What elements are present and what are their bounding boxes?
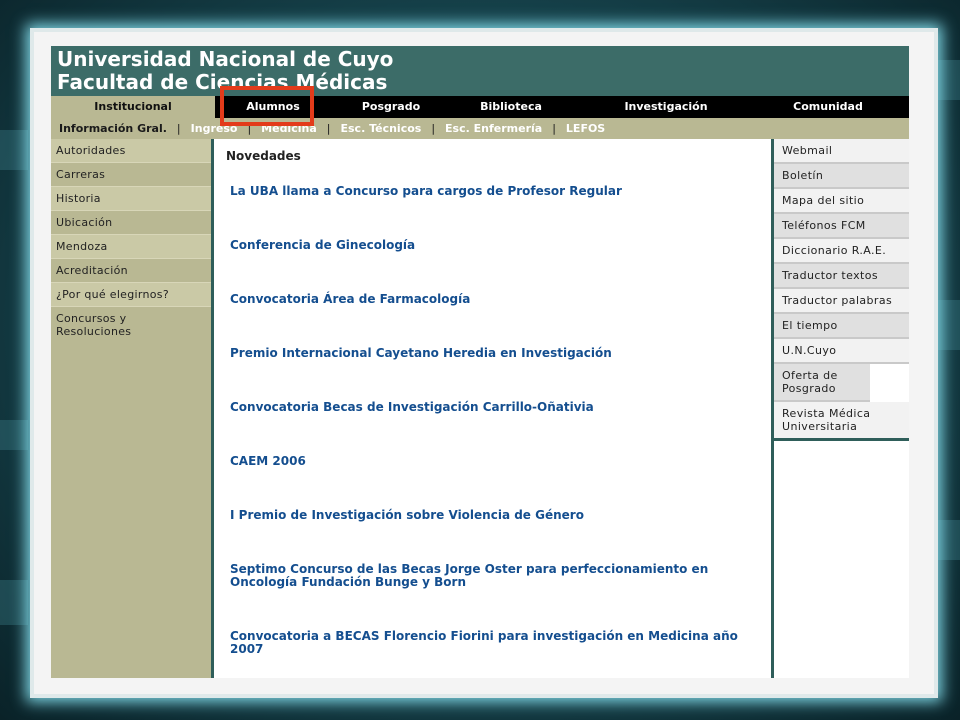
browser-page: Universidad Nacional de Cuyo Facultad de… (51, 46, 909, 678)
news-link[interactable]: Convocatoria Becas de Investigación Carr… (230, 401, 761, 414)
content-area: Autoridades Carreras Historia Ubicación … (51, 139, 909, 678)
highlight-box (220, 86, 314, 126)
right-menu-item[interactable]: Traductor textos (774, 264, 909, 289)
right-menu-item[interactable]: Teléfonos FCM (774, 214, 909, 239)
left-menu-item[interactable]: Historia (51, 187, 211, 211)
right-menu-item[interactable]: Mapa del sitio (774, 189, 909, 214)
right-menu-item[interactable]: El tiempo (774, 314, 909, 339)
right-menu-item[interactable]: Diccionario R.A.E. (774, 239, 909, 264)
left-menu-item[interactable]: ¿Por qué elegirnos? (51, 283, 211, 307)
background-tile (935, 60, 960, 100)
nav-posgrado[interactable]: Posgrado (331, 96, 451, 118)
background-tile (0, 420, 28, 450)
right-menu-item[interactable]: U.N.Cuyo (774, 339, 909, 364)
subnav-separator: | (176, 122, 181, 135)
right-menu-item[interactable]: Oferta de Posgrado (774, 364, 870, 402)
faculty-title: Facultad de Ciencias Médicas (57, 70, 388, 94)
news-link[interactable]: Premio Internacional Cayetano Heredia en… (230, 347, 761, 360)
left-menu-item[interactable]: Concursos y Resoluciones (51, 307, 151, 343)
left-menu-item[interactable]: Carreras (51, 163, 211, 187)
left-menu: Autoridades Carreras Historia Ubicación … (51, 139, 214, 678)
main-nav: Institucional Alumnos Posgrado Bibliotec… (51, 96, 909, 118)
right-menu-item[interactable]: Revista Médica Universitaria (774, 402, 909, 441)
left-menu-item[interactable]: Mendoza (51, 235, 211, 259)
news-link[interactable]: La UBA llama a Concurso para cargos de P… (230, 185, 761, 198)
left-menu-item[interactable]: Autoridades (51, 139, 211, 163)
subnav-separator: | (552, 122, 556, 135)
subnav-separator: | (326, 122, 331, 135)
sub-nav: Información Gral. | Ingreso | Medicina |… (51, 118, 909, 139)
right-menu-item[interactable]: Webmail (774, 139, 909, 164)
background-tile (935, 520, 960, 560)
left-menu-item[interactable]: Acreditación (51, 259, 211, 283)
subnav-lefos[interactable]: LEFOS (566, 122, 605, 135)
nav-comunidad[interactable]: Comunidad (761, 96, 895, 118)
right-menu: Webmail Boletín Mapa del sitio Teléfonos… (774, 139, 909, 678)
background-tile (0, 130, 28, 170)
news-link[interactable]: CAEM 2006 (230, 455, 761, 468)
news-heading: Novedades (226, 149, 301, 163)
subnav-separator: | (431, 122, 436, 135)
subnav-informacion[interactable]: Información Gral. (59, 122, 167, 135)
news-column: Novedades La UBA llama a Concurso para c… (214, 139, 774, 678)
background-tile (935, 300, 960, 350)
right-menu-item[interactable]: Boletín (774, 164, 909, 189)
site-header: Universidad Nacional de Cuyo Facultad de… (51, 46, 909, 96)
subnav-esc-enfermeria[interactable]: Esc. Enfermería (445, 122, 542, 135)
background-tile (0, 580, 28, 625)
news-link[interactable]: Conferencia de Ginecología (230, 239, 761, 252)
news-link[interactable]: Septimo Concurso de las Becas Jorge Oste… (230, 563, 720, 589)
university-title: Universidad Nacional de Cuyo (57, 47, 394, 71)
nav-biblioteca[interactable]: Biblioteca (451, 96, 571, 118)
right-menu-item[interactable]: Traductor palabras (774, 289, 909, 314)
left-menu-item[interactable]: Ubicación (51, 211, 211, 235)
news-link[interactable]: Convocatoria a BECAS Florencio Fiorini p… (230, 630, 761, 656)
subnav-esc-tecnicos[interactable]: Esc. Técnicos (340, 122, 421, 135)
news-link[interactable]: I Premio de Investigación sobre Violenci… (230, 509, 761, 522)
news-link[interactable]: Convocatoria Área de Farmacología (230, 293, 761, 306)
nav-investigacion[interactable]: Investigación (571, 96, 761, 118)
nav-institucional[interactable]: Institucional (51, 96, 215, 118)
